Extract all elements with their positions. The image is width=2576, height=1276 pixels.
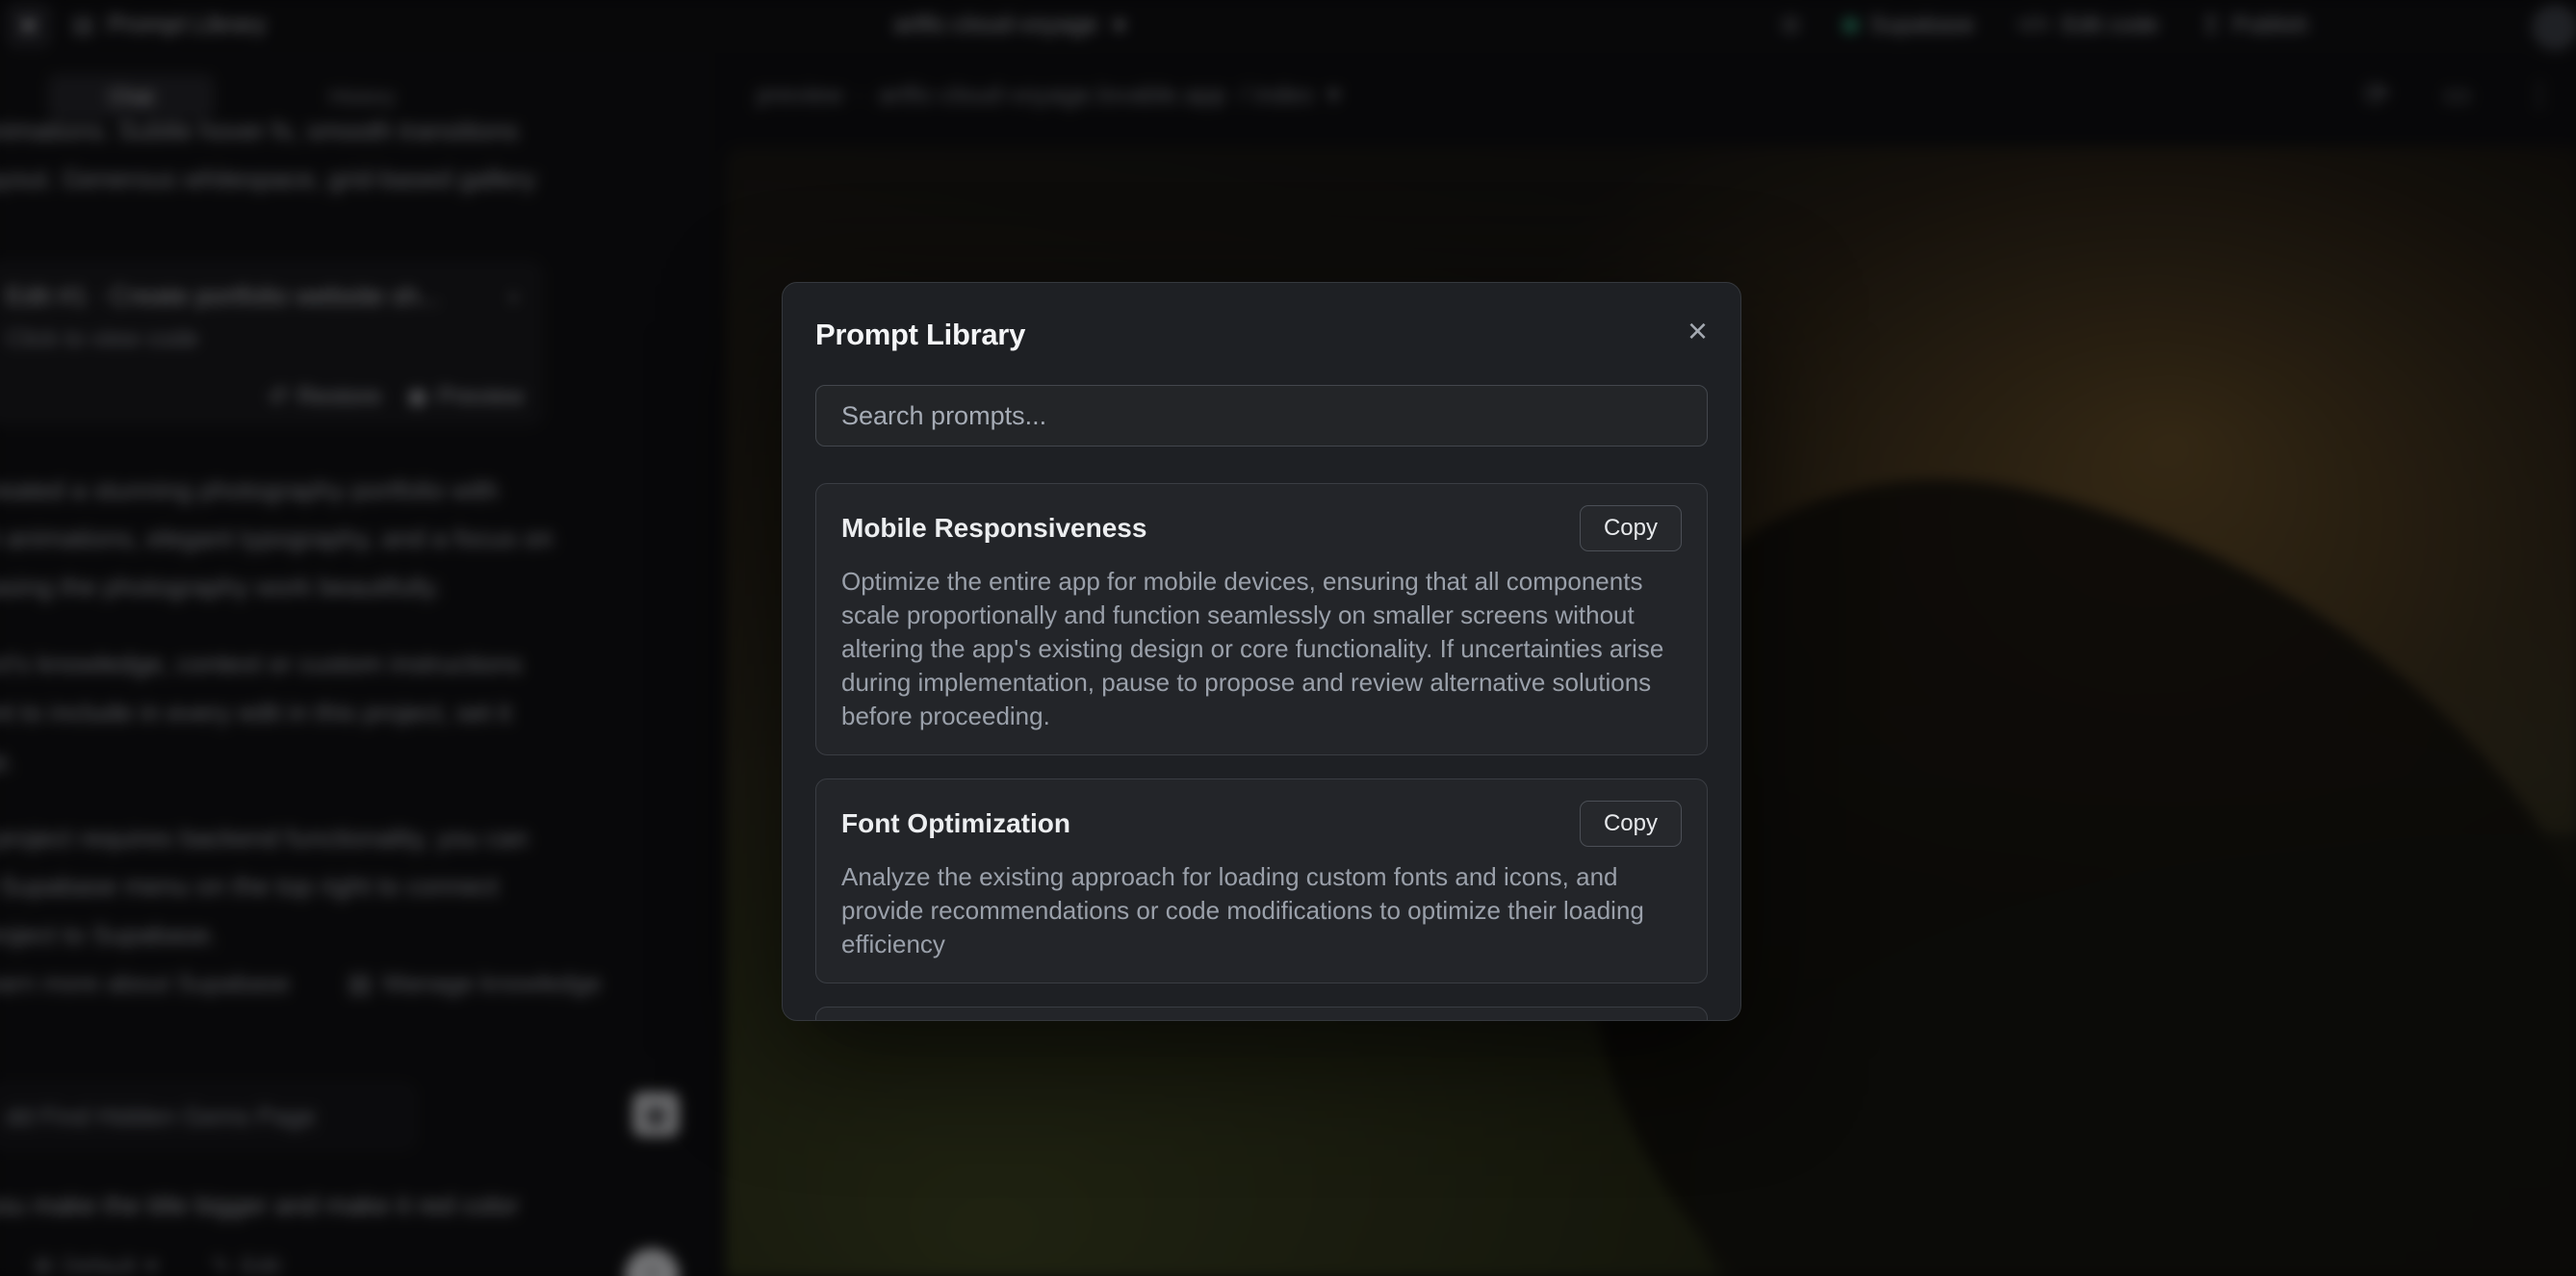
prompt-card-font-optimization[interactable]: Font Optimization Copy Analyze the exist… — [815, 778, 1708, 983]
copy-button[interactable]: Copy — [1580, 801, 1682, 847]
prompt-description: Optimize the entire app for mobile devic… — [841, 565, 1682, 733]
search-input[interactable] — [815, 385, 1708, 447]
app-screen: ♥ ▤ Prompt Library artfic-cloud-voyage ▾… — [0, 0, 2576, 1276]
prompt-card-partial[interactable] — [815, 1007, 1708, 1021]
prompt-card-mobile-responsiveness[interactable]: Mobile Responsiveness Copy Optimize the … — [815, 483, 1708, 755]
prompt-description: Analyze the existing approach for loadin… — [841, 860, 1682, 961]
modal-title: Prompt Library — [815, 318, 1025, 352]
prompt-title: Mobile Responsiveness — [841, 513, 1146, 544]
prompt-library-modal: Prompt Library × Mobile Responsiveness C… — [782, 282, 1741, 1021]
close-icon[interactable]: × — [1687, 318, 1708, 345]
prompt-title: Font Optimization — [841, 808, 1070, 839]
copy-button[interactable]: Copy — [1580, 505, 1682, 551]
